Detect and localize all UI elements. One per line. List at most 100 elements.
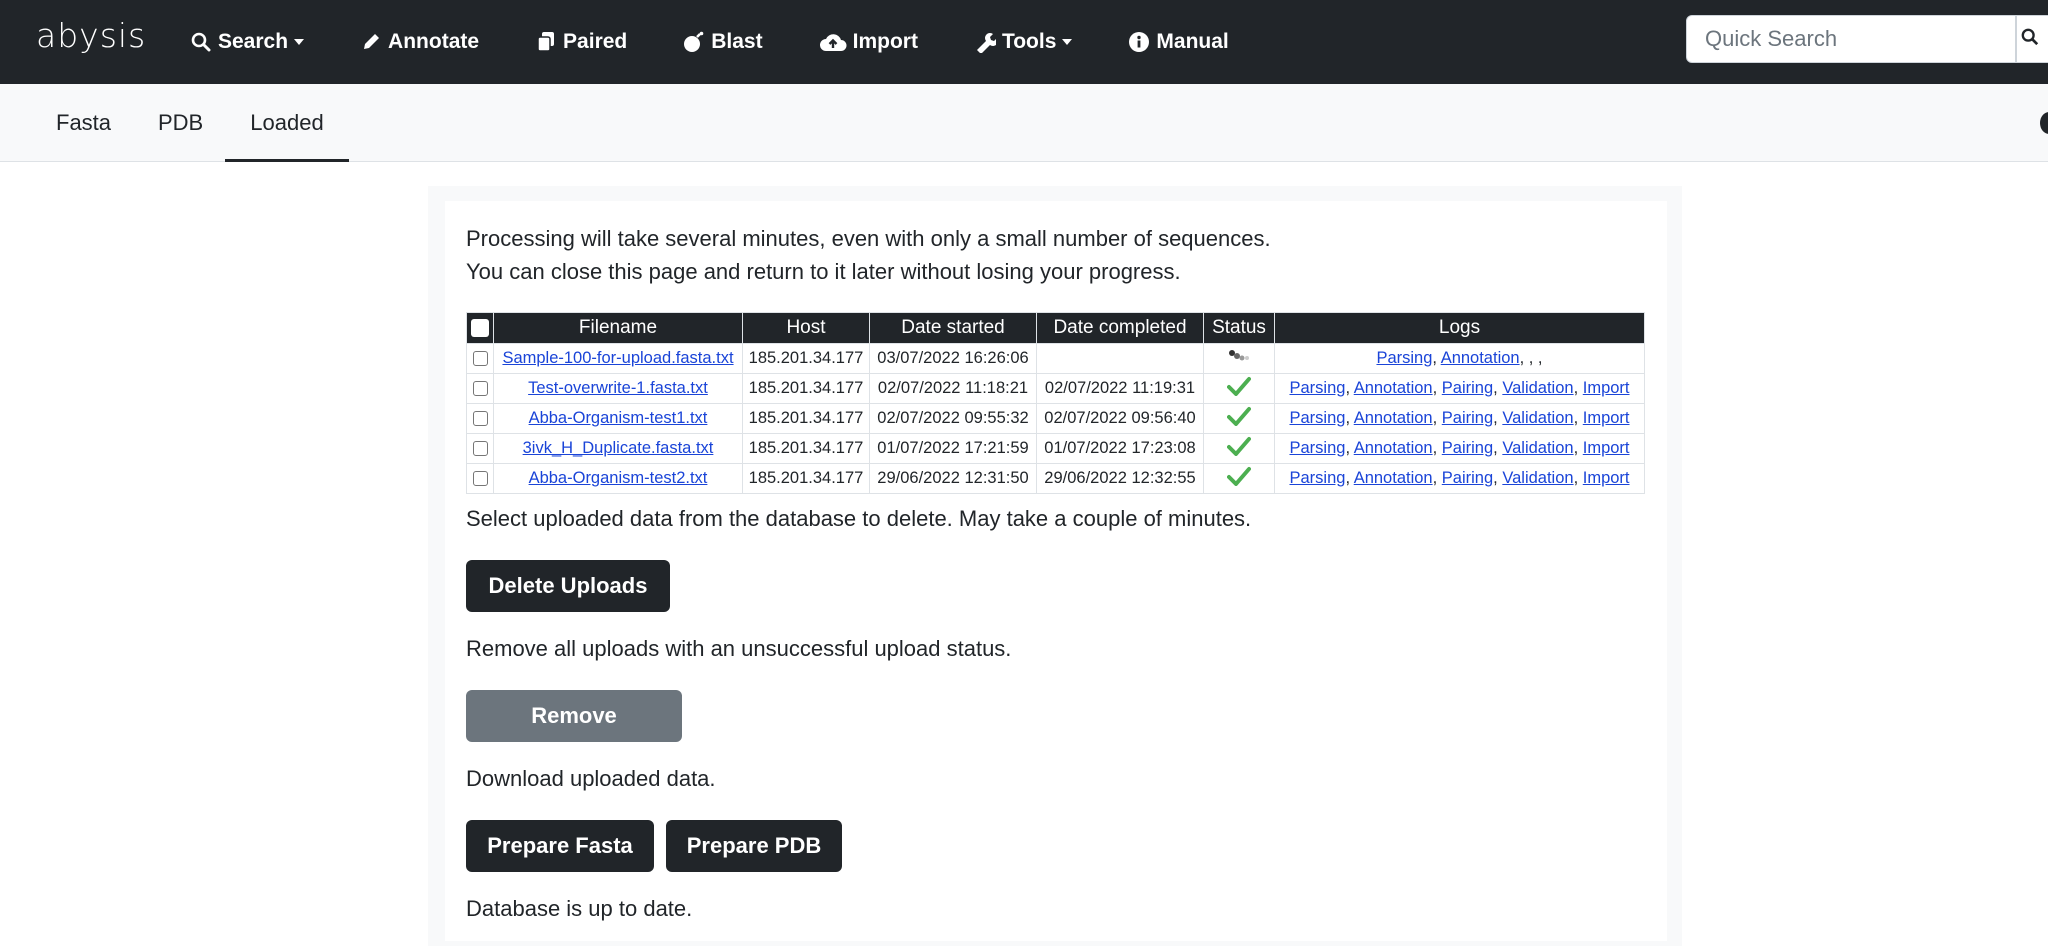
remove-failures-button[interactable]: Remove Failures	[466, 690, 682, 780]
row-checkbox[interactable]	[472, 411, 488, 427]
nav-import[interactable]: Import	[819, 30, 918, 54]
row-select-cell	[466, 343, 494, 374]
prepare-fasta-button[interactable]: Prepare Fasta	[466, 820, 654, 872]
nav-tools-label: Tools	[1001, 30, 1057, 53]
host-cell: 185.201.34.177	[742, 433, 870, 464]
log-link-import[interactable]: Import	[1583, 409, 1630, 427]
date-started-cell: 03/07/2022 16:26:06	[869, 343, 1037, 374]
row-checkbox[interactable]	[472, 381, 488, 397]
logs-trailing: , , ,	[1519, 349, 1543, 367]
log-link-validation[interactable]: Validation	[1502, 409, 1573, 427]
filename-cell: Abba-Organism-test2.txt	[493, 463, 743, 494]
nav-tools[interactable]: Tools	[974, 30, 1073, 54]
log-link-parsing[interactable]: Parsing	[1289, 409, 1345, 427]
table-row: Abba-Organism-test1.txt 185.201.34.177 02/…	[466, 403, 1645, 434]
select-all-checkbox[interactable]	[471, 318, 489, 337]
row-checkbox[interactable]	[472, 441, 488, 457]
log-link-parsing[interactable]: Parsing	[1289, 379, 1345, 397]
filename-link[interactable]: Sample-100-for-upload.fasta.txt	[502, 349, 733, 367]
intro-line-2: You can close this page and return to it…	[466, 259, 1181, 284]
date-completed-cell	[1036, 343, 1204, 374]
row-select-cell	[466, 463, 494, 494]
log-link-pairing[interactable]: Pairing	[1442, 439, 1493, 457]
intro-line-1: Processing will take several minutes, ev…	[466, 226, 1271, 251]
host-cell: 185.201.34.177	[742, 343, 870, 374]
prepare-pdb-button[interactable]: Prepare PDB	[666, 820, 842, 872]
filename-link[interactable]: Test-overwrite-1.fasta.txt	[528, 379, 708, 397]
uploads-table: Filename Host Date started Date complete…	[466, 312, 1645, 494]
log-link-import[interactable]: Import	[1583, 469, 1630, 487]
delete-uploads-button[interactable]: Delete Uploads	[466, 560, 670, 612]
log-link-annotation[interactable]: Annotation	[1354, 439, 1433, 457]
log-link-annotation[interactable]: Annotation	[1441, 349, 1520, 367]
tab-loaded[interactable]: Loaded	[225, 84, 349, 162]
logs-cell: Parsing, Annotation, , ,	[1274, 343, 1645, 374]
quick-search-button[interactable]	[2016, 15, 2048, 63]
date-started-cell: 02/07/2022 09:55:32	[869, 403, 1037, 434]
filename-link[interactable]: Abba-Organism-test2.txt	[529, 469, 708, 487]
header-status: Status	[1203, 312, 1275, 344]
nav-import-label: Import	[852, 30, 918, 53]
row-checkbox[interactable]	[472, 471, 488, 487]
spinner-icon	[1226, 350, 1252, 369]
quick-search-input[interactable]	[1686, 15, 2016, 63]
app-logo[interactable]: abysis	[36, 16, 146, 56]
nav-search[interactable]: Search	[190, 30, 305, 54]
date-completed-cell: 02/07/2022 11:19:31	[1036, 373, 1204, 404]
bomb-icon	[683, 31, 705, 53]
row-select-cell	[466, 433, 494, 464]
check-icon	[1227, 377, 1251, 400]
filename-cell: Sample-100-for-upload.fasta.txt	[493, 343, 743, 374]
table-row: Abba-Organism-test2.txt 185.201.34.177 29/…	[466, 463, 1645, 494]
select-all-header	[466, 312, 494, 344]
pencil-icon	[360, 31, 382, 53]
top-navbar: abysis Search Annotate Paired Blast Impo…	[0, 0, 2048, 84]
table-row: Sample-100-for-upload.fasta.txt 185.201.3…	[466, 343, 1645, 374]
logs-cell: Parsing, Annotation, Pairing, Validation…	[1274, 463, 1645, 494]
log-link-import[interactable]: Import	[1583, 439, 1630, 457]
log-link-validation[interactable]: Validation	[1502, 469, 1573, 487]
filename-link[interactable]: 3ivk_H_Duplicate.fasta.txt	[523, 439, 714, 457]
log-link-validation[interactable]: Validation	[1502, 439, 1573, 457]
header-filename: Filename	[493, 312, 743, 344]
log-link-parsing[interactable]: Parsing	[1376, 349, 1432, 367]
copy-icon	[535, 31, 557, 53]
log-link-pairing[interactable]: Pairing	[1442, 379, 1493, 397]
nav-menu: Search Annotate Paired Blast Import Tool…	[190, 0, 1285, 84]
search-icon	[2021, 28, 2039, 51]
check-icon	[1227, 467, 1251, 490]
search-icon	[190, 31, 212, 53]
row-checkbox[interactable]	[472, 351, 488, 367]
log-link-parsing[interactable]: Parsing	[1289, 439, 1345, 457]
nav-blast[interactable]: Blast	[683, 30, 763, 54]
nav-search-label: Search	[218, 30, 289, 53]
filename-link[interactable]: Abba-Organism-test1.txt	[529, 409, 708, 427]
log-link-import[interactable]: Import	[1583, 379, 1630, 397]
chevron-down-icon	[294, 39, 305, 45]
date-completed-cell: 01/07/2022 17:23:08	[1036, 433, 1204, 464]
delete-instructions: Select uploaded data from the database t…	[466, 506, 1252, 531]
header-date-completed: Date completed	[1036, 312, 1204, 344]
status-cell	[1203, 403, 1275, 434]
host-cell: 185.201.34.177	[742, 403, 870, 434]
log-link-parsing[interactable]: Parsing	[1289, 469, 1345, 487]
log-link-pairing[interactable]: Pairing	[1442, 469, 1493, 487]
nav-paired[interactable]: Paired	[535, 30, 627, 54]
log-link-annotation[interactable]: Annotation	[1354, 409, 1433, 427]
logs-cell: Parsing, Annotation, Pairing, Validation…	[1274, 373, 1645, 404]
nav-annotate[interactable]: Annotate	[360, 30, 479, 54]
status-cell	[1203, 433, 1275, 464]
log-link-annotation[interactable]: Annotation	[1354, 379, 1433, 397]
check-icon	[1227, 437, 1251, 460]
header-host: Host	[742, 312, 870, 344]
filename-cell: Abba-Organism-test1.txt	[493, 403, 743, 434]
tab-fasta[interactable]: Fasta	[34, 84, 133, 162]
log-link-annotation[interactable]: Annotation	[1354, 469, 1433, 487]
tab-pdb[interactable]: PDB	[136, 84, 225, 162]
log-link-pairing[interactable]: Pairing	[1442, 409, 1493, 427]
status-cell	[1203, 373, 1275, 404]
wrench-icon	[974, 31, 996, 53]
nav-manual[interactable]: Manual	[1128, 30, 1229, 54]
log-link-validation[interactable]: Validation	[1502, 379, 1573, 397]
host-cell: 185.201.34.177	[742, 463, 870, 494]
